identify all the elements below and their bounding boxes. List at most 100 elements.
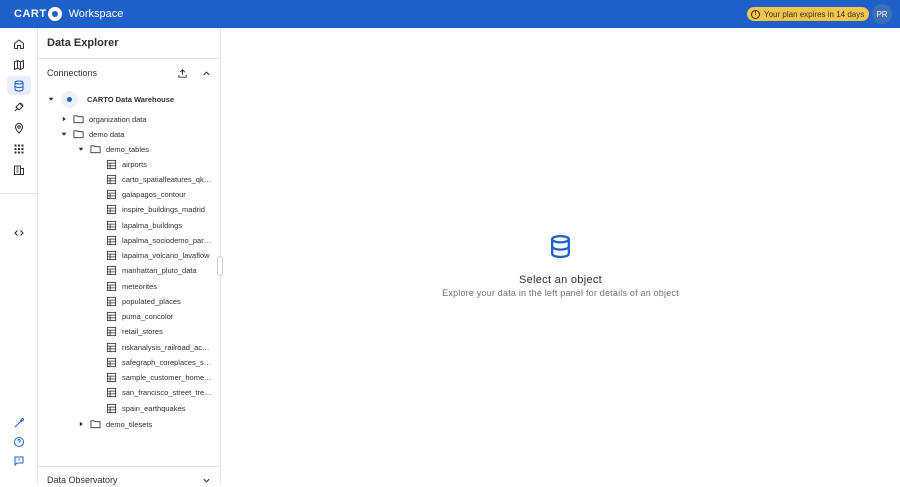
home-icon (14, 38, 24, 49)
location-pin-icon (14, 122, 24, 134)
table-name: lapalma_sociodemo_parcels (122, 235, 212, 245)
maps-button[interactable] (7, 55, 31, 74)
rail-divider (0, 193, 38, 194)
tree-row-demo-data[interactable]: demo data (60, 127, 124, 141)
tree-row-demo-tilesets[interactable]: demo_tilesets (77, 417, 152, 431)
table-name: airports (122, 159, 148, 169)
connections-header[interactable]: Connections (47, 68, 97, 78)
expand-observatory-button[interactable] (199, 473, 213, 487)
table-name: retail_stores (122, 327, 163, 337)
folder-label: demo data (89, 129, 125, 139)
table-row[interactable]: populated_places (106, 294, 181, 308)
table-row[interactable]: spain_earthquakes (106, 401, 185, 415)
table-name: meteorites (122, 281, 158, 291)
apps-button[interactable] (7, 139, 31, 158)
table-row[interactable]: airports (106, 157, 147, 171)
warehouse-label: CARTO Data Warehouse (87, 94, 175, 104)
organization-button[interactable] (7, 160, 31, 179)
caret-down-icon[interactable] (77, 145, 85, 153)
database-icon (14, 80, 24, 92)
avatar[interactable]: PR (872, 4, 892, 24)
table-name: manhattan_pluto_data (122, 266, 197, 276)
plan-expiry-badge[interactable]: ! Your plan expires in 14 days (747, 7, 870, 21)
plan-expiry-text: Your plan expires in 14 days (764, 9, 865, 19)
table-name: riskanalysis_railroad_accidents (122, 342, 212, 352)
table-name: san_francisco_street_trees (122, 388, 212, 398)
logo-o-circle (47, 7, 62, 21)
nav-rail (0, 28, 38, 484)
table-row[interactable]: lapalma_sociodemo_parcels (106, 233, 212, 247)
table-row[interactable]: retail_stores (106, 325, 163, 339)
workflows-button[interactable] (7, 97, 31, 116)
tree-row-demo-tables[interactable]: demo_tables (77, 142, 149, 156)
table-row[interactable]: manhattan_pluto_data (106, 264, 197, 278)
table-row[interactable]: puma_concolor (106, 310, 173, 324)
table-name: lapalma_volcano_lavaflow (122, 251, 210, 260)
logo-wordmark: CART (14, 7, 63, 21)
table-icon (106, 342, 117, 353)
chevron-up-icon (202, 70, 210, 75)
table-icon (106, 281, 117, 292)
folder-icon (90, 419, 101, 429)
table-row[interactable]: galapagos_contour (106, 188, 186, 202)
table-row[interactable]: lapalma_buildings (106, 218, 182, 232)
logo-text: CART (14, 8, 47, 20)
table-icon (106, 326, 117, 337)
table-icon (106, 204, 117, 215)
table-name: puma_concolor (122, 312, 174, 321)
folder-label: demo_tilesets (106, 419, 153, 429)
caret-right-icon[interactable] (60, 115, 68, 123)
caret-right-icon[interactable] (77, 420, 85, 428)
folder-label: demo_tables (106, 144, 149, 154)
table-icon (106, 265, 117, 276)
location-button[interactable] (7, 118, 31, 137)
table-icon (106, 220, 117, 231)
info-icon: ! (751, 9, 760, 19)
caret-down-icon[interactable] (47, 95, 55, 103)
tree-row-warehouse[interactable]: CARTO Data Warehouse (47, 90, 175, 108)
upload-button[interactable] (175, 66, 189, 80)
help-icon (14, 436, 24, 447)
feedback-button[interactable] (7, 451, 31, 470)
table-name: spain_earthquakes (122, 403, 186, 413)
table-name: populated_places (122, 296, 181, 306)
whats-new-button[interactable] (7, 413, 31, 432)
table-icon (106, 250, 117, 261)
table-icon (106, 189, 117, 200)
developers-button[interactable] (7, 223, 31, 242)
tree-row-organization-data[interactable]: organization data (60, 112, 147, 126)
panel-divider (38, 466, 220, 467)
table-name: galapagos_contour (122, 190, 186, 199)
panel-title: Data Explorer (47, 37, 119, 49)
table-row[interactable]: riskanalysis_railroad_accidents (106, 340, 212, 354)
table-row[interactable]: meteorites (106, 279, 157, 293)
table-row[interactable]: inspire_buildings_madrid (106, 203, 205, 217)
caret-down-icon[interactable] (60, 130, 68, 138)
table-row[interactable]: safegraph_coreplaces_stores (106, 355, 212, 369)
table-row[interactable]: sample_customer_home_locations (106, 371, 212, 385)
empty-state-title: Select an object (518, 274, 603, 286)
table-name: carto_spatialfeatures_qk_usa (122, 174, 212, 184)
upload-icon (177, 68, 187, 78)
table-row[interactable]: lapalma_volcano_lavaflow (106, 249, 210, 263)
warehouse-icon (61, 90, 78, 108)
collapse-connections-button[interactable] (199, 66, 213, 80)
table-row[interactable]: san_francisco_street_trees (106, 386, 212, 400)
table-name: inspire_buildings_madrid (122, 205, 205, 215)
map-icon (14, 59, 24, 70)
feedback-icon (14, 456, 24, 466)
table-name: sample_customer_home_locations (122, 373, 212, 382)
table-row[interactable]: carto_spatialfeatures_qk_usa (106, 172, 212, 186)
top-bar: CART Workspace ! Your plan expires in 14… (0, 0, 900, 28)
data-explorer-button[interactable] (7, 76, 31, 95)
magic-icon (14, 417, 24, 427)
empty-state-subtitle: Explore your data in the left panel for … (442, 288, 679, 298)
table-icon (106, 296, 117, 307)
table-icon (106, 387, 117, 398)
home-button[interactable] (7, 34, 31, 53)
carto-logo[interactable]: CART Workspace (14, 7, 123, 21)
folder-icon (73, 129, 84, 139)
help-button[interactable] (7, 432, 31, 451)
table-icon (106, 235, 117, 246)
table-icon (106, 159, 117, 170)
